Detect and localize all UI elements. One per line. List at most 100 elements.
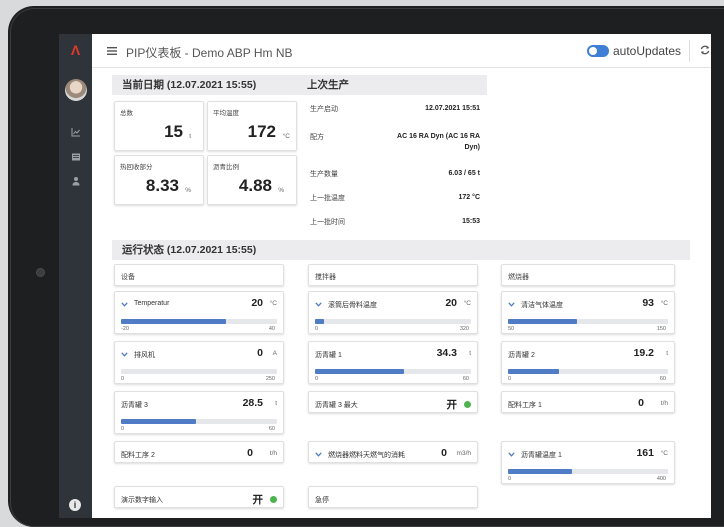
last-production-header: 上次生产 [297, 75, 487, 95]
metric-unit: °C [269, 300, 277, 307]
metric-label: 沥青罐 3 最大 [315, 402, 358, 409]
metric-label: 沥青罐温度 1 [521, 452, 562, 459]
metric-card[interactable]: 沥青罐温度 1 161 °C 0 400 [501, 441, 675, 484]
auto-updates-toggle[interactable] [587, 45, 609, 57]
refresh-icon[interactable] [699, 44, 711, 56]
progress-bar-fill [508, 369, 560, 374]
metric-value: 0 [441, 447, 447, 459]
metric-card: 沥青罐 2 19.2 t 0 60 [501, 341, 675, 384]
menu-icon[interactable] [106, 45, 118, 57]
metric-unit: A [272, 350, 277, 357]
metric-value: 19.2 [633, 347, 654, 359]
range-max: 150 [656, 326, 666, 332]
metric-value: 20 [445, 297, 457, 309]
avatar[interactable] [65, 79, 87, 101]
metric-label: Temperatur [134, 300, 170, 307]
metric-value: 开 [446, 399, 458, 411]
progress-bar [315, 319, 471, 324]
progress-bar-fill [121, 319, 226, 324]
progress-bar-fill [315, 369, 404, 374]
metric-unit: t [275, 400, 277, 407]
metric-unit: °C [463, 300, 471, 307]
metric-card: 沥青罐 3 28.5 t 0 60 [114, 391, 284, 434]
range-min: 0 [508, 376, 512, 382]
metric-label: 沥青罐 1 [315, 352, 342, 359]
range-min: 0 [315, 376, 319, 382]
logo-icon: Λ [70, 42, 81, 58]
progress-bar [508, 369, 668, 374]
status-on-icon [270, 496, 277, 503]
progress-bar-fill [508, 469, 572, 474]
metric-unit: °C [660, 450, 668, 457]
range-max: 250 [265, 376, 275, 382]
status-on-icon [464, 401, 471, 408]
group-burner: 燃烧器 [501, 264, 675, 286]
metric-label: 演示数字输入 [121, 497, 163, 504]
metric-card[interactable]: 清洁气体温度 93 °C 50 150 [501, 291, 675, 334]
metric-label: 燃烧器燃料天燃气的消耗 [328, 452, 405, 459]
progress-bar [121, 419, 277, 424]
metric-value: 0 [247, 447, 253, 459]
metric-label: 清洁气体温度 [521, 302, 563, 309]
metric-value: 开 [252, 494, 264, 506]
metric-value: 0 [257, 347, 263, 359]
metric-card: 演示数字输入 开 [114, 486, 284, 508]
progress-bar-fill [508, 319, 577, 324]
range-min: 0 [315, 326, 319, 332]
progress-bar-fill [121, 419, 196, 424]
metric-value: 28.5 [242, 397, 263, 409]
chevron-down-icon[interactable] [508, 452, 515, 457]
dashboard-content: 当前日期 (12.07.2021 15:55) 上次生产 总数 15 t 平均温… [92, 68, 692, 518]
metric-card: 沥青罐 1 34.3 t 0 60 [308, 341, 478, 384]
range-max: 60 [268, 426, 275, 432]
metric-label: 排风机 [134, 352, 155, 359]
page-title: PIP仪表板 - Demo ABP Hm NB [126, 46, 293, 60]
auto-updates-label: autoUpdates [613, 44, 682, 58]
chevron-down-icon[interactable] [121, 352, 128, 357]
metric-label: 配料工序 1 [508, 402, 542, 409]
chevron-down-icon[interactable] [508, 302, 515, 307]
metric-unit: m3/h [456, 450, 471, 457]
kpi-card-total: 总数 15 t [114, 101, 204, 151]
range-max: 60 [462, 376, 469, 382]
range-min: 0 [121, 426, 125, 432]
metric-card: 急停 [308, 486, 478, 508]
metric-unit: t [666, 350, 668, 357]
chevron-down-icon[interactable] [315, 302, 322, 307]
metric-value: 93 [642, 297, 654, 309]
list-icon[interactable] [71, 152, 81, 162]
metric-card[interactable]: 燃烧器燃料天燃气的消耗 0 m3/h [308, 441, 478, 463]
range-max: 320 [459, 326, 469, 332]
camera-dot [36, 268, 45, 277]
metric-card: 配料工序 1 0 t/h [501, 391, 675, 413]
toolbar-divider [689, 40, 690, 62]
metric-value: 0 [638, 397, 644, 409]
metric-card[interactable]: 滚筒后骨料温度 20 °C 0 320 [308, 291, 478, 334]
group-mixer: 搅拌器 [308, 264, 478, 286]
progress-bar [508, 469, 668, 474]
range-min: 0 [121, 376, 125, 382]
metric-unit: t/h [269, 450, 277, 457]
user-icon[interactable] [71, 176, 81, 186]
info-icon[interactable]: i [69, 499, 81, 511]
metric-value: 34.3 [436, 347, 457, 359]
progress-bar [508, 319, 668, 324]
metric-card: 配料工序 2 0 t/h [114, 441, 284, 463]
metric-card[interactable]: 排风机 0 A 0 250 [114, 341, 284, 384]
metric-card[interactable]: Temperatur 20 °C -20 40 [114, 291, 284, 334]
screen: Λ i PIP仪表板 - Demo ABP Hm NB autoUpdates [59, 34, 711, 518]
metric-label: 沥青罐 2 [508, 352, 535, 359]
group-equipment: 设备 [114, 264, 284, 286]
progress-bar [121, 369, 277, 374]
range-max: 40 [268, 326, 275, 332]
range-min: 0 [508, 476, 512, 482]
metric-label: 配料工序 2 [121, 452, 155, 459]
run-status-header: 运行状态 (12.07.2021 15:55) [112, 240, 690, 260]
metric-label: 沥青罐 3 [121, 402, 148, 409]
chevron-down-icon[interactable] [121, 302, 128, 307]
chart-icon[interactable] [71, 127, 81, 137]
range-max: 60 [659, 376, 666, 382]
kpi-card-heat-recovery: 热回收部分 8.33 % [114, 155, 204, 205]
chevron-down-icon[interactable] [315, 452, 322, 457]
range-min: -20 [121, 326, 129, 332]
